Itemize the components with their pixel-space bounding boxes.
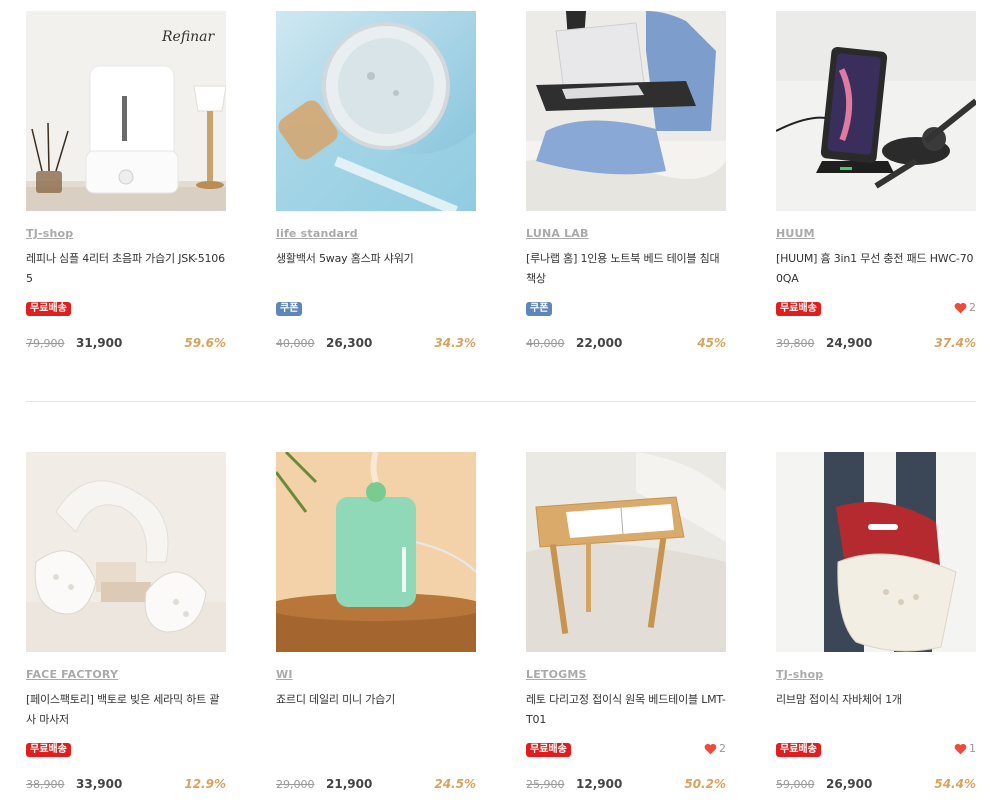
sale-price: 33,900: [76, 777, 123, 791]
product-grid: Refinar TJ-shop 레피나 심플 4리터 초음파 가습기 JSK-5…: [0, 0, 990, 803]
brand-link[interactable]: HUUM: [776, 227, 815, 240]
sale-price: 24,900: [826, 336, 873, 350]
brand-link[interactable]: LUNA LAB: [526, 227, 589, 240]
discount-rate: 37.4%: [934, 336, 976, 350]
product-title[interactable]: 리브맘 접이식 자바체어 1개: [776, 690, 976, 710]
product-title[interactable]: 레토 다리고정 접이식 원목 베드테이블 LMT-T01: [526, 690, 726, 730]
original-price: 40,000: [526, 337, 565, 350]
price-row: 40,000 22,000 45%: [526, 336, 726, 352]
free-shipping-badge: 무료배송: [776, 302, 821, 316]
product-card[interactable]: WI 죠르디 데일리 미니 가습기 29,000 21,900 24.5%: [276, 452, 476, 797]
product-card[interactable]: HUUM [HUUM] 흄 3in1 무선 충전 패드 HWC-700QA 무료…: [776, 11, 976, 356]
product-card[interactable]: FACE FACTORY [페이스팩토리] 백토로 빚은 세라믹 하트 괄사 마…: [26, 452, 226, 797]
price-row: 79,900 31,900 59.6%: [26, 336, 226, 352]
wooden-bed-table-image[interactable]: [526, 452, 726, 652]
heart-icon: [704, 743, 717, 754]
like-count: 1: [969, 742, 976, 755]
original-price: 38,900: [26, 778, 65, 791]
svg-text:Refinar: Refinar: [161, 29, 216, 45]
like-button[interactable]: 2: [704, 742, 726, 755]
product-card[interactable]: LUNA LAB [루나랩 홈] 1인용 노트북 베드 테이블 침대 책상 쿠폰…: [526, 11, 726, 356]
brand-link[interactable]: WI: [276, 668, 293, 681]
sale-price: 12,900: [576, 777, 623, 791]
wireless-charger-image[interactable]: [776, 11, 976, 211]
brand-link[interactable]: TJ-shop: [26, 227, 73, 240]
price-row: 25,900 12,900 50.2%: [526, 777, 726, 793]
product-card[interactable]: TJ-shop 리브맘 접이식 자바체어 1개 무료배송 1 59,000 26…: [776, 452, 976, 797]
free-shipping-badge: 무료배송: [526, 743, 571, 757]
laptop-bed-table-image[interactable]: [526, 11, 726, 211]
original-price: 59,000: [776, 778, 815, 791]
free-shipping-badge: 무료배송: [776, 743, 821, 757]
coupon-badge: 쿠폰: [276, 302, 303, 316]
product-title[interactable]: 레피나 심플 4리터 초음파 가습기 JSK-51065: [26, 249, 226, 289]
product-title[interactable]: 죠르디 데일리 미니 가습기: [276, 690, 476, 710]
brand-link[interactable]: LETOGMS: [526, 668, 587, 681]
heart-icon: [954, 743, 967, 754]
free-shipping-badge: 무료배송: [26, 302, 71, 316]
heart-icon: [954, 302, 967, 313]
like-button[interactable]: 2: [954, 301, 976, 314]
discount-rate: 12.9%: [184, 777, 226, 791]
product-row: Refinar TJ-shop 레피나 심플 4리터 초음파 가습기 JSK-5…: [26, 11, 976, 356]
discount-rate: 59.6%: [184, 336, 226, 350]
brand-link[interactable]: FACE FACTORY: [26, 668, 118, 681]
brand-link[interactable]: TJ-shop: [776, 668, 823, 681]
original-price: 39,800: [776, 337, 815, 350]
row-divider: [26, 401, 976, 402]
like-count: 2: [719, 742, 726, 755]
white-humidifier-image[interactable]: Refinar: [26, 11, 226, 211]
posture-chair-image[interactable]: [776, 452, 976, 652]
product-title[interactable]: [페이스팩토리] 백토로 빚은 세라믹 하트 괄사 마사저: [26, 690, 226, 730]
product-card[interactable]: Refinar TJ-shop 레피나 심플 4리터 초음파 가습기 JSK-5…: [26, 11, 226, 356]
product-title[interactable]: 생활백서 5way 홈스파 샤워기: [276, 249, 476, 269]
original-price: 79,900: [26, 337, 65, 350]
original-price: 25,900: [526, 778, 565, 791]
product-title[interactable]: [루나랩 홈] 1인용 노트북 베드 테이블 침대 책상: [526, 249, 726, 289]
sale-price: 26,900: [826, 777, 873, 791]
price-row: 29,000 21,900 24.5%: [276, 777, 476, 793]
price-row: 38,900 33,900 12.9%: [26, 777, 226, 793]
discount-rate: 34.3%: [434, 336, 476, 350]
sale-price: 31,900: [76, 336, 123, 350]
brand-link[interactable]: life standard: [276, 227, 358, 240]
discount-rate: 45%: [697, 336, 726, 350]
original-price: 40,000: [276, 337, 315, 350]
coupon-badge: 쿠폰: [526, 302, 553, 316]
sale-price: 21,900: [326, 777, 373, 791]
discount-rate: 50.2%: [684, 777, 726, 791]
product-row: FACE FACTORY [페이스팩토리] 백토로 빚은 세라믹 하트 괄사 마…: [26, 452, 976, 797]
ceramic-massager-image[interactable]: [26, 452, 226, 652]
discount-rate: 24.5%: [434, 777, 476, 791]
mint-humidifier-image[interactable]: [276, 452, 476, 652]
product-title[interactable]: [HUUM] 흄 3in1 무선 충전 패드 HWC-700QA: [776, 249, 976, 289]
price-row: 39,800 24,900 37.4%: [776, 336, 976, 352]
product-card[interactable]: life standard 생활백서 5way 홈스파 샤워기 쿠폰 40,00…: [276, 11, 476, 356]
free-shipping-badge: 무료배송: [26, 743, 71, 757]
sale-price: 26,300: [326, 336, 373, 350]
price-row: 59,000 26,900 54.4%: [776, 777, 976, 793]
shower-head-image[interactable]: [276, 11, 476, 211]
original-price: 29,000: [276, 778, 315, 791]
discount-rate: 54.4%: [934, 777, 976, 791]
sale-price: 22,000: [576, 336, 623, 350]
like-count: 2: [969, 301, 976, 314]
price-row: 40,000 26,300 34.3%: [276, 336, 476, 352]
product-card[interactable]: LETOGMS 레토 다리고정 접이식 원목 베드테이블 LMT-T01 무료배…: [526, 452, 726, 797]
like-button[interactable]: 1: [954, 742, 976, 755]
